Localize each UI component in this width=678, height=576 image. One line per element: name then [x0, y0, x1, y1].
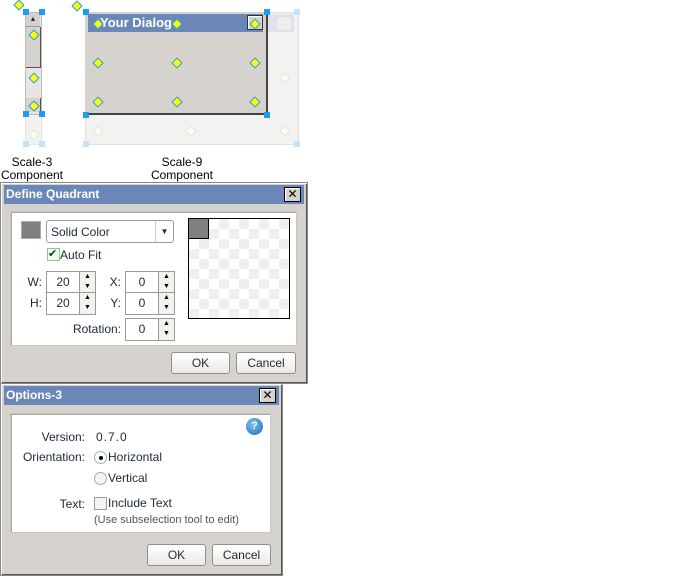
radio-horizontal[interactable]	[94, 451, 107, 464]
cancel-button[interactable]: Cancel	[212, 544, 271, 566]
auto-fit-checkbox[interactable]: ✔	[47, 248, 60, 261]
options3-dialog: Options-3 ✕ ? Version: 0.7.0 Orientation…	[0, 383, 283, 576]
scale3-label: Scale-3 Component	[0, 156, 72, 182]
vertical-label: Vertical	[108, 471, 148, 485]
label-line: Component	[0, 168, 64, 182]
y-label: Y:	[110, 296, 121, 310]
spinner-arrows-icon[interactable]: ▲ ▼	[158, 319, 174, 340]
x-label: X:	[109, 275, 121, 289]
version-value: 0.7.0	[96, 430, 128, 444]
close-button[interactable]: ✕	[284, 187, 301, 202]
horizontal-label: Horizontal	[108, 450, 163, 464]
include-text-checkbox[interactable]	[94, 497, 107, 510]
quadrant-preview-canvas[interactable]	[188, 218, 290, 319]
spinner-arrows-icon[interactable]: ▲ ▼	[158, 272, 174, 293]
x-value: 0	[138, 275, 146, 289]
quadrant-selection	[189, 219, 209, 239]
x-spinner[interactable]: 0 ▲ ▼	[125, 271, 175, 294]
chevron-down-icon: ▼	[155, 221, 173, 242]
dialog-title: Options-3	[4, 386, 279, 405]
quadrant-panel: Solid Color ▼ ✔ Auto Fit W: 20 ▲ ▼ H: 20 ▲ ▼…	[10, 211, 297, 346]
color-swatch-button[interactable]	[21, 221, 41, 239]
y-spinner[interactable]: 0 ▲ ▼	[125, 292, 175, 315]
h-value: 20	[56, 296, 70, 310]
h-label: H:	[30, 296, 42, 310]
scale9-label: Scale-9 Component	[142, 156, 222, 182]
h-spinner[interactable]: 20 ▲ ▼	[46, 292, 96, 315]
w-value: 20	[56, 275, 70, 289]
hint-text: (Use subselection tool to edit)	[94, 514, 239, 526]
label-line: Component	[150, 168, 214, 182]
fill-type-value: Solid Color	[51, 225, 110, 239]
cancel-button[interactable]: Cancel	[236, 352, 296, 374]
include-text-label: Include Text	[108, 496, 172, 510]
orientation-label: Orientation:	[22, 450, 85, 464]
ok-button[interactable]: OK	[147, 544, 206, 566]
text-label: Text:	[59, 497, 85, 511]
radio-vertical[interactable]	[94, 472, 107, 485]
version-label: Version:	[41, 430, 85, 444]
w-spinner[interactable]: 20 ▲ ▼	[46, 271, 96, 294]
help-icon[interactable]: ?	[246, 418, 263, 435]
w-label: W:	[27, 275, 42, 289]
dialog-title: Define Quadrant	[4, 185, 304, 204]
ok-button[interactable]: OK	[171, 352, 230, 374]
scroll-up-arrow-icon: ▲	[26, 13, 40, 27]
spinner-arrows-icon[interactable]: ▲ ▼	[158, 293, 174, 314]
rotation-spinner[interactable]: 0 ▲ ▼	[125, 318, 175, 341]
close-button[interactable]: ✕	[259, 388, 276, 403]
y-value: 0	[138, 296, 146, 310]
rotation-value: 0	[138, 322, 146, 336]
fill-type-select[interactable]: Solid Color ▼	[46, 220, 174, 243]
define-quadrant-dialog: Define Quadrant ✕ Solid Color ▼ ✔ Auto F…	[0, 182, 308, 384]
auto-fit-label: Auto Fit	[60, 248, 102, 262]
rotation-label: Rotation:	[72, 322, 121, 336]
options-panel: ? Version: 0.7.0 Orientation: Horizontal…	[10, 413, 271, 533]
